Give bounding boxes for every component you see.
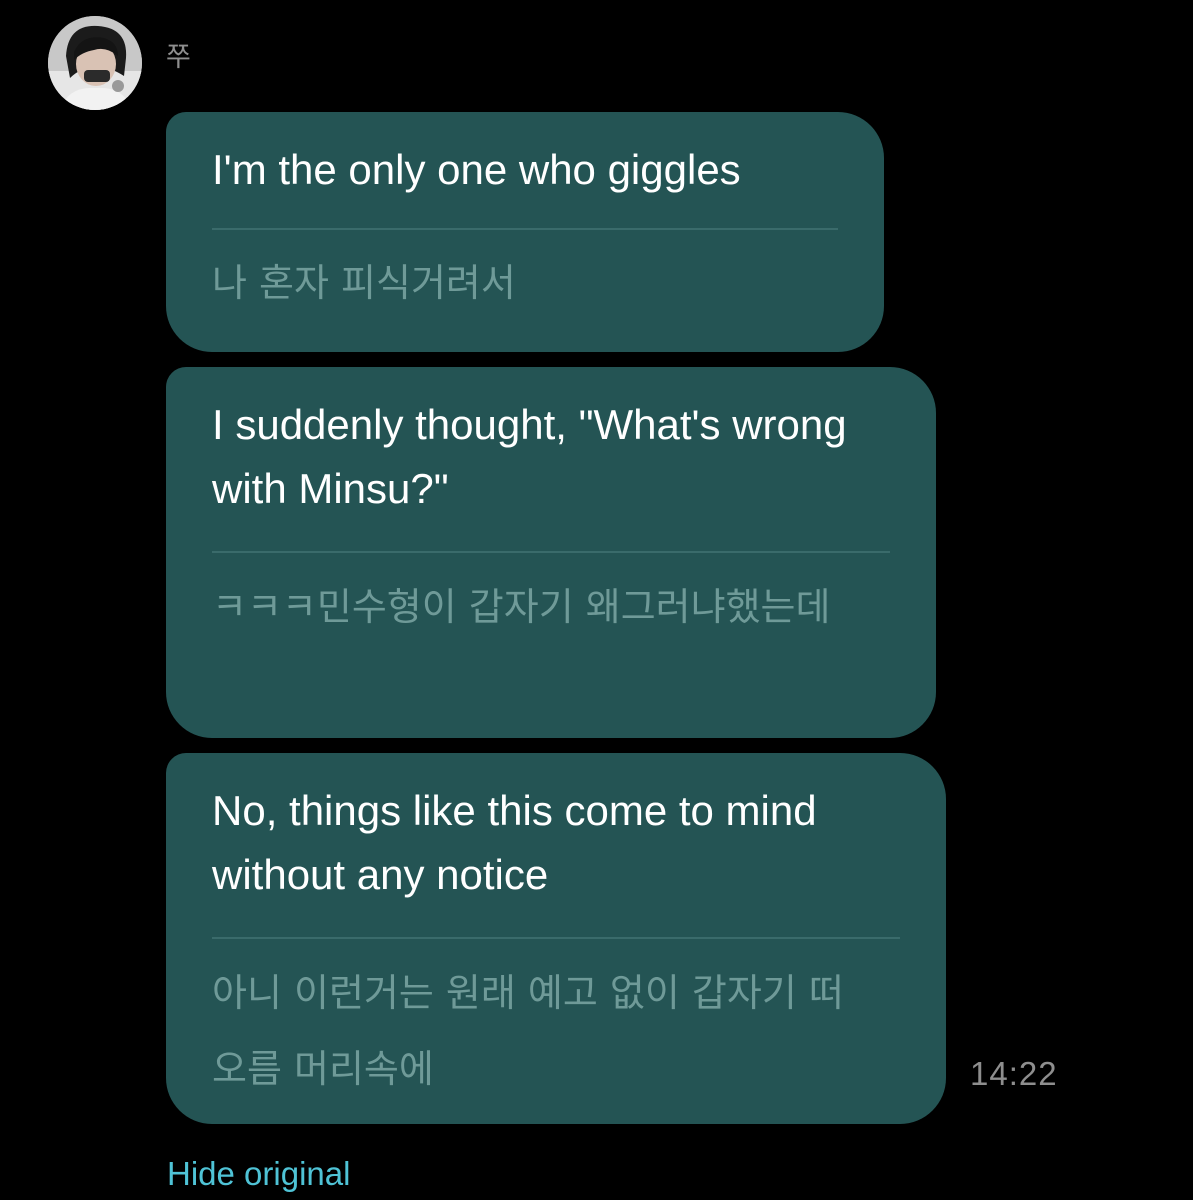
message-translated-text: No, things like this come to mind withou… (212, 787, 817, 898)
sender-name: 쭈 (166, 42, 191, 73)
message-bubble[interactable]: No, things like this come to mind withou… (166, 753, 946, 1124)
message-bubble[interactable]: I suddenly thought, "What's wrong with M… (166, 367, 936, 738)
hide-original-link[interactable]: Hide original (167, 1155, 350, 1193)
message-timestamp: 14:22 (970, 1055, 1058, 1092)
message-original-text: 나 혼자 피식거려서 (212, 261, 516, 305)
message-original-text: ㅋㅋㅋ민수형이 갑자기 왜그러냐했는데 (212, 585, 831, 629)
message-divider (212, 228, 838, 230)
message-bubble[interactable]: I'm the only one who giggles 나 혼자 피식거려서 (166, 112, 884, 352)
message-translated-text: I suddenly thought, "What's wrong with M… (212, 401, 847, 512)
avatar-photo-icon (48, 16, 142, 110)
avatar[interactable] (48, 16, 142, 110)
message-translated-text: I'm the only one who giggles (212, 146, 741, 193)
message-divider (212, 937, 900, 939)
message-original-text: 아니 이런거는 원래 예고 없이 갑자기 떠오름 머리속에 (212, 971, 844, 1091)
message-divider (212, 551, 890, 553)
